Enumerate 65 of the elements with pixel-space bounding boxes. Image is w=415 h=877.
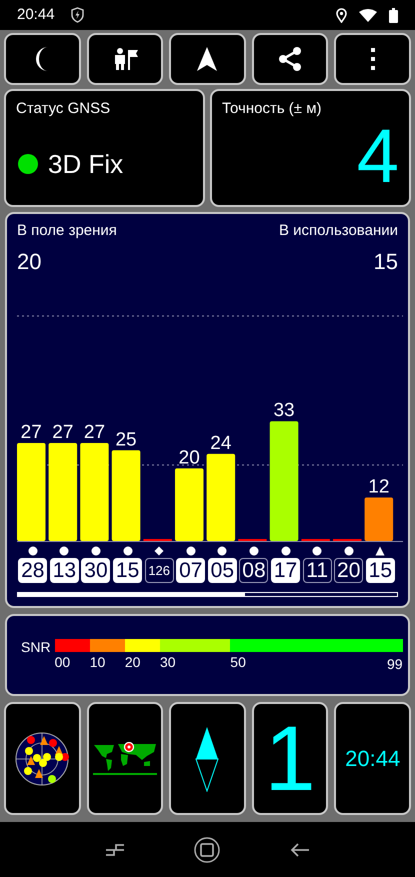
satellite-id: 13	[50, 558, 79, 583]
more-options-icon	[370, 48, 375, 70]
in-use-label: В использовании	[279, 221, 398, 241]
snr-tick-label: 20	[124, 653, 140, 672]
world-map-drawing	[92, 742, 158, 776]
snr-tick-label: 00	[54, 653, 70, 672]
satellite-id: 07	[176, 558, 206, 583]
satellites-used-count: 1	[264, 712, 316, 804]
compass-needle-icon	[195, 726, 220, 792]
bar-value: 25	[115, 429, 137, 450]
satellite-id: 30	[81, 558, 110, 583]
bar-value: 12	[368, 476, 390, 498]
snr-tick-label: 99	[386, 655, 403, 674]
sky-view-tile[interactable]	[4, 702, 81, 815]
in-view-label: В поле зрения	[17, 221, 117, 241]
signal-bar	[364, 497, 394, 541]
sky-radar-drawing	[15, 732, 70, 786]
snr-tick-label: 50	[230, 653, 246, 672]
bar-value: 24	[210, 432, 232, 454]
accuracy-value: 4	[356, 118, 399, 194]
in-use-count: 15	[374, 248, 398, 276]
in-view-count: 20	[17, 248, 42, 276]
recent-apps-button[interactable]	[104, 842, 125, 858]
bar-value: 27	[84, 422, 106, 443]
snr-tick-label: 10	[90, 653, 106, 672]
more-options-button[interactable]	[334, 33, 411, 85]
satellite-id: 28	[18, 558, 48, 583]
recent-apps-icon	[104, 842, 125, 858]
compass-tile[interactable]	[169, 702, 246, 815]
navigation-arrow-button[interactable]	[169, 33, 246, 85]
satellite-id: 15	[366, 558, 395, 583]
home-button[interactable]	[194, 836, 220, 862]
bar-value: 33	[273, 400, 295, 422]
location-icon	[336, 8, 347, 22]
satellite-id: 15	[113, 558, 142, 583]
home-icon	[194, 836, 220, 862]
wifi-icon	[359, 8, 377, 22]
snr-label: SNR	[21, 639, 51, 655]
scroll-bar[interactable]	[17, 592, 398, 597]
satellite-id: 17	[271, 558, 300, 583]
night-mode-icon	[36, 47, 48, 71]
bar-value: 27	[52, 422, 74, 443]
person-flag-button[interactable]	[86, 33, 164, 85]
back-button[interactable]	[290, 842, 310, 858]
shield-bolt-icon	[70, 7, 84, 23]
clock-time: 20:44	[345, 745, 400, 773]
map-tile[interactable]	[86, 702, 164, 815]
clock-tile[interactable]: 20:44	[334, 702, 411, 815]
night-mode-button[interactable]	[4, 33, 81, 85]
back-arrow-icon	[290, 842, 310, 858]
satellite-id: 08	[239, 558, 268, 583]
card-title: Статус GNSS	[16, 99, 112, 119]
card-title: Точность (± м)	[222, 99, 322, 119]
bar-value: 27	[20, 422, 42, 443]
satellites-used-tile[interactable]: 1	[252, 702, 328, 815]
snr-tick-label: 30	[160, 653, 176, 672]
satellite-id: 11	[302, 558, 332, 583]
share-button[interactable]	[252, 33, 328, 85]
fix-status: 3D Fix	[48, 148, 124, 180]
bar-value: 20	[178, 447, 200, 468]
battery-icon	[389, 8, 398, 22]
satellite-id: 05	[208, 558, 237, 583]
satellite-id: 20	[334, 558, 364, 583]
status-time: 20:44	[17, 4, 55, 25]
satellite-id: 126	[144, 558, 174, 583]
